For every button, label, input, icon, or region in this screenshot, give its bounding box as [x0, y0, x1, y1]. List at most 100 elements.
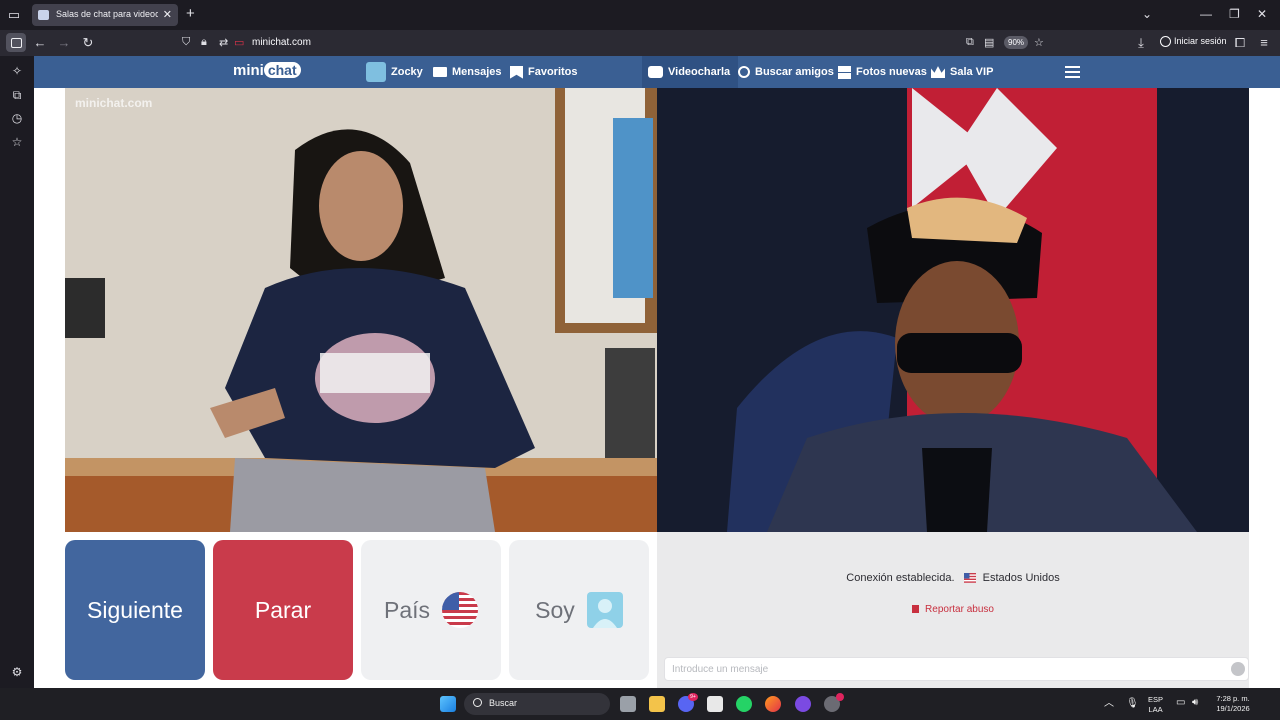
us-flag-small-icon — [963, 573, 976, 584]
nav-find-friends-label: Buscar amigos — [755, 66, 834, 78]
emoji-icon[interactable] — [1231, 662, 1245, 676]
us-flag-icon — [442, 592, 479, 628]
bookmark-icon — [510, 65, 523, 79]
grid-icon — [838, 65, 851, 79]
back-arrow-icon[interactable]: ← — [31, 34, 49, 52]
browser-toolbar: ← → ↻ ⛉ 🔒︎ ⇄ ▭ minichat.com ⧉ ▤ 90% ☆ ⤓ … — [0, 30, 1280, 56]
message-input[interactable] — [664, 657, 1249, 681]
partner-video: minichat.com — [65, 88, 657, 532]
nav-vip-room[interactable]: Sala VIP — [931, 56, 993, 88]
minichat-watermark: minichat.com — [75, 96, 153, 110]
nav-find-friends[interactable]: Buscar amigos — [738, 56, 834, 88]
country-filter-label: País — [383, 596, 431, 623]
nav-new-photos-label: Fotos nuevas — [856, 66, 927, 78]
country-filter-button[interactable]: País — [361, 540, 501, 680]
nav-favorites-label: Favoritos — [528, 66, 578, 78]
nav-videochat[interactable]: Videocharla — [642, 56, 739, 88]
minichat-logo[interactable]: mini chat — [233, 62, 301, 84]
discord-badge: 9+ — [688, 693, 698, 701]
tab-list-icon[interactable]: ▭ — [6, 7, 22, 23]
windows-start-icon[interactable] — [440, 696, 456, 712]
notification-dot — [836, 693, 844, 701]
nav-new-photos[interactable]: Fotos nuevas — [838, 56, 927, 88]
nav-user-name: Zocky — [391, 66, 423, 78]
report-abuse-link[interactable]: Reportar abuso — [657, 604, 1249, 615]
lock-icon[interactable]: 🔒︎ — [201, 36, 207, 49]
tab-overflow-chevron-icon[interactable]: ⌄ — [1142, 7, 1152, 21]
office-app-icon[interactable] — [707, 696, 723, 712]
nav-vip-label: Sala VIP — [950, 66, 994, 78]
close-window-icon[interactable]: ✕ — [1257, 7, 1267, 21]
zoom-level-badge[interactable]: 90% — [1004, 36, 1029, 49]
logo-mini-text: mini — [233, 62, 264, 79]
reload-icon[interactable]: ↻ — [79, 34, 97, 52]
envelope-icon — [433, 67, 447, 78]
browser-tab[interactable]: Salas de chat para videocit ✕ — [32, 4, 178, 26]
synced-tabs-icon[interactable]: ⧉ — [10, 88, 24, 102]
tab-close-icon[interactable]: ✕ — [163, 8, 172, 21]
minimize-window-icon[interactable]: — — [1200, 7, 1212, 21]
tab-favicon-icon — [38, 10, 49, 20]
tracking-shield-icon[interactable]: ⛉ — [182, 36, 190, 49]
file-explorer-icon[interactable] — [649, 696, 665, 712]
menu-icon[interactable]: ≡ — [1255, 34, 1273, 52]
stop-button[interactable]: Parar — [213, 540, 353, 680]
permissions-icon[interactable]: ⇄ — [219, 36, 228, 49]
site-navbar: mini chat Zocky Mensajes Favoritos Videoc… — [34, 56, 1280, 88]
chat-panel: Conexión establecida. Estados Unidos Rep… — [657, 532, 1249, 688]
hamburger-menu-icon[interactable] — [1065, 66, 1080, 78]
windows-taskbar: Buscar 9+ ︿ 🎙︎ ESP LAA ▭ 🔊︎ 7:28 p. m. 1… — [0, 688, 1280, 720]
clock[interactable]: 7:28 p. m. 19/1/2026 — [1208, 694, 1258, 714]
task-view-icon[interactable] — [620, 696, 636, 712]
nav-favorites[interactable]: Favoritos — [510, 56, 578, 88]
next-button-label: Siguiente — [87, 596, 183, 623]
sidebar-settings-icon[interactable]: ⚙ — [10, 665, 24, 679]
reader-view-icon[interactable]: ▤ — [984, 36, 994, 49]
nav-user-profile[interactable]: Zocky — [366, 56, 423, 88]
connection-status-text: Conexión establecida. — [846, 572, 955, 584]
clock-date: 19/1/2026 — [1216, 704, 1250, 713]
history-icon[interactable]: ◷ — [10, 111, 24, 125]
crown-icon — [931, 66, 945, 79]
bookmark-star-icon[interactable]: ☆ — [1034, 36, 1044, 49]
search-icon — [738, 66, 750, 79]
app-circle-icon[interactable] — [795, 696, 811, 712]
gender-filter-label: Soy — [535, 596, 575, 623]
gender-filter-button[interactable]: Soy — [509, 540, 649, 680]
ai-chatbot-icon[interactable]: ✧ — [10, 64, 24, 78]
tab-title: Salas de chat para videocit — [56, 9, 158, 19]
downloads-icon[interactable]: ⤓ — [1132, 34, 1150, 52]
network-icon[interactable]: ▭ — [1176, 698, 1185, 708]
chat-bubble-icon — [648, 66, 663, 79]
nav-messages-label: Mensajes — [452, 66, 502, 78]
forward-arrow-icon[interactable]: → — [55, 34, 73, 52]
url-text[interactable]: minichat.com — [252, 37, 311, 48]
logo-chat-text: chat — [263, 62, 301, 78]
screenshot-icon[interactable]: ⧉ — [966, 36, 974, 49]
nav-messages[interactable]: Mensajes — [433, 56, 502, 88]
nav-videochat-label: Videocharla — [668, 66, 731, 78]
microphone-icon[interactable]: 🎙︎ — [1126, 699, 1139, 709]
partner-country-text: Estados Unidos — [982, 572, 1060, 584]
signin-button[interactable]: Iniciar sesión — [1160, 36, 1227, 48]
firefox-icon[interactable] — [765, 696, 781, 712]
male-avatar-icon — [586, 592, 623, 628]
whatsapp-icon[interactable] — [736, 696, 752, 712]
volume-icon[interactable]: 🔊︎ — [1192, 698, 1198, 708]
camera-sharing-icon[interactable]: ▭ — [234, 36, 244, 49]
language-top: ESP — [1148, 695, 1164, 704]
sidebar-toggle-button[interactable] — [6, 33, 26, 52]
taskbar-search[interactable]: Buscar — [464, 693, 610, 715]
address-bar[interactable]: ⛉ 🔒︎ ⇄ ▭ minichat.com ⧉ ▤ 90% ☆ — [176, 33, 1054, 53]
maximize-window-icon[interactable]: ❐ — [1229, 7, 1240, 21]
search-icon — [473, 698, 482, 707]
new-tab-button[interactable]: + — [186, 5, 195, 22]
language-indicator[interactable]: ESP LAA — [1148, 695, 1163, 715]
browser-tab-bar: ▭ Salas de chat para videocit ✕ + ⌄ — ❐ … — [0, 0, 1280, 30]
extensions-icon[interactable]: ⧠ — [1231, 34, 1249, 52]
next-button[interactable]: Siguiente — [65, 540, 205, 680]
signin-label: Iniciar sesión — [1174, 36, 1227, 46]
report-abuse-label: Reportar abuso — [925, 604, 994, 615]
tray-chevron-icon[interactable]: ︿ — [1104, 699, 1114, 709]
bookmarks-icon[interactable]: ☆ — [10, 135, 24, 149]
